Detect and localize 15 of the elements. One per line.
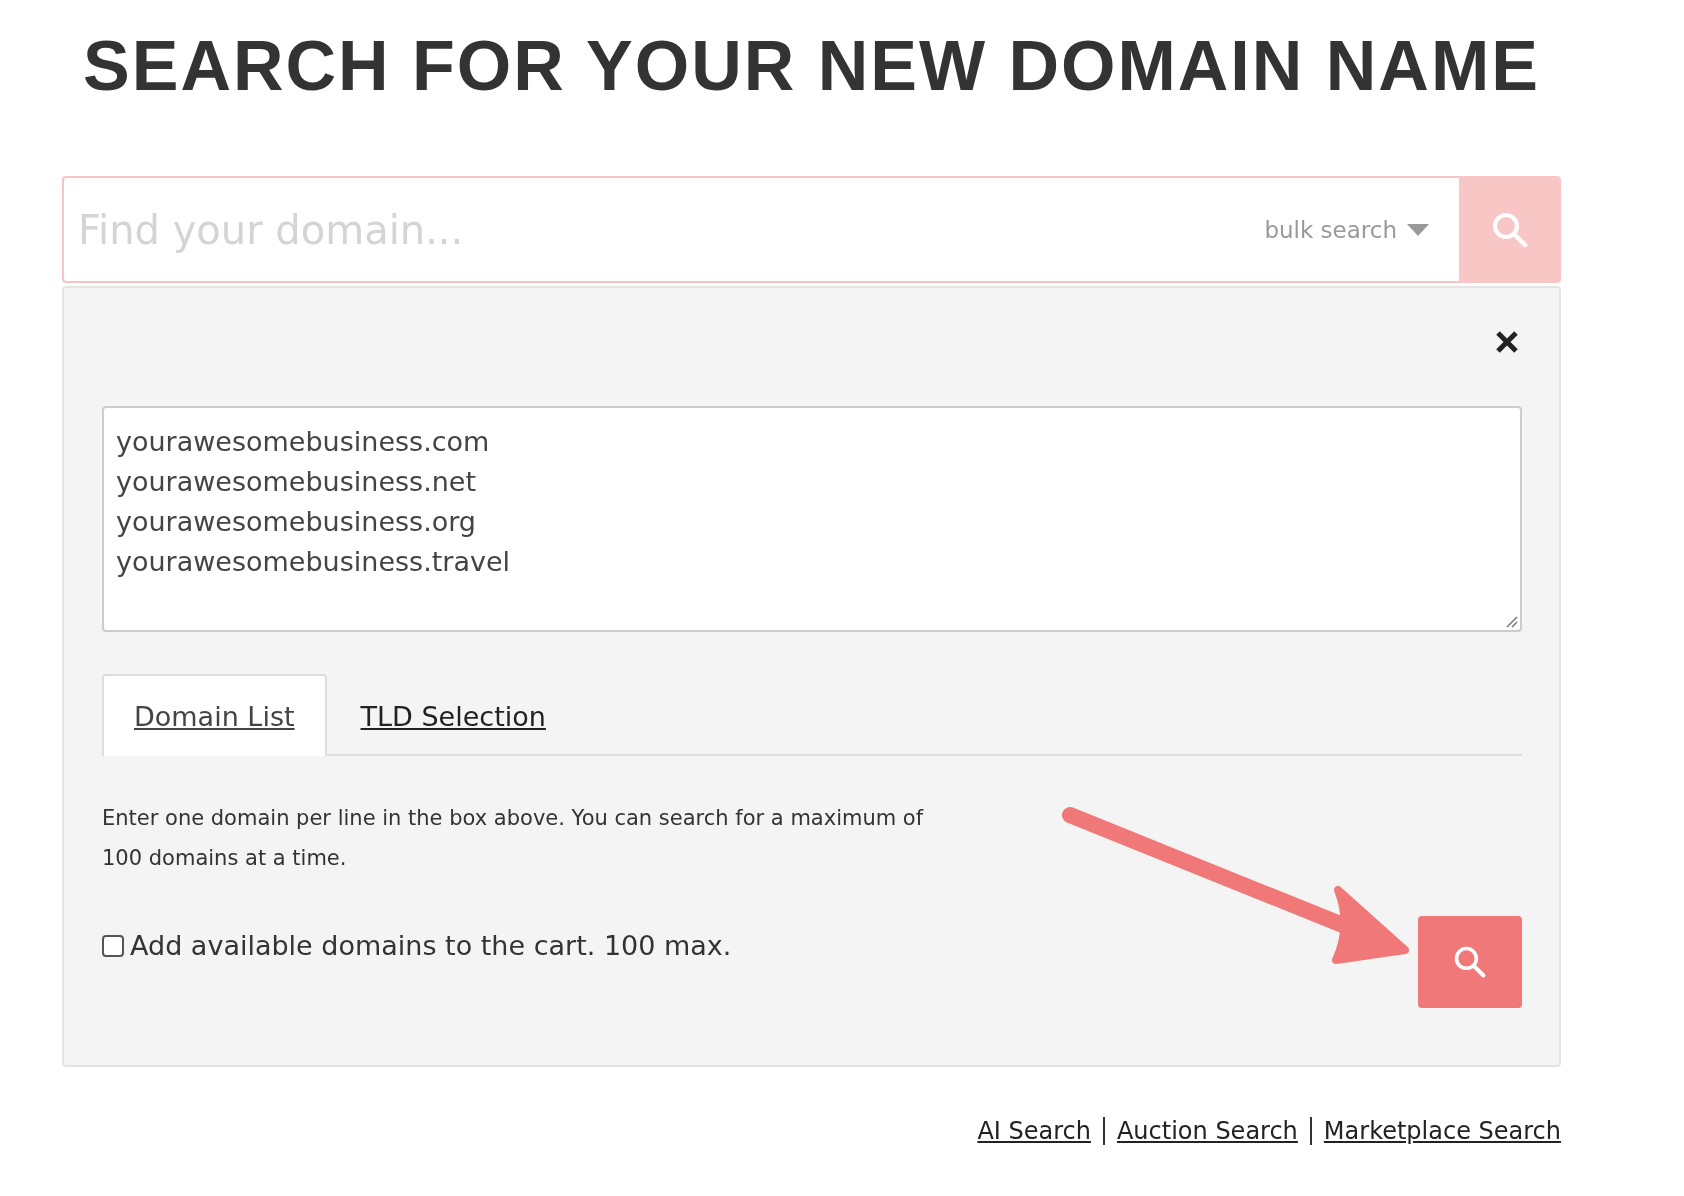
help-text: Enter one domain per line in the box above. You can search for a maximum of 100 domains at a time. xyxy=(102,805,925,872)
tab[interactable]: Domain List xyxy=(102,674,327,756)
checkbox-label[interactable]: Add available domains to the cart. 100 max. xyxy=(130,930,732,961)
checkbox[interactable] xyxy=(102,934,124,957)
search-icon xyxy=(1452,944,1488,980)
footer-link[interactable]: Marketplace Search xyxy=(1323,1117,1561,1145)
tab[interactable]: TLD Selection xyxy=(326,674,580,756)
bulk-search-button[interactable] xyxy=(1418,916,1522,1008)
resize-grip-icon[interactable] xyxy=(1504,614,1518,628)
footer-link[interactable]: AI Search xyxy=(977,1117,1091,1145)
footer-link[interactable]: Auction Search xyxy=(1116,1117,1298,1145)
page-title: SEARCH FOR YOUR NEW DOMAIN NAME xyxy=(83,26,1540,106)
domain-list-field[interactable]: yourawesomebusiness.com yourawesomebusiness.net yourawesomebusiness.org yourawesomebusiness.travel xyxy=(102,406,1522,632)
close-icon[interactable] xyxy=(1495,330,1519,354)
caret-icon xyxy=(1407,223,1429,236)
